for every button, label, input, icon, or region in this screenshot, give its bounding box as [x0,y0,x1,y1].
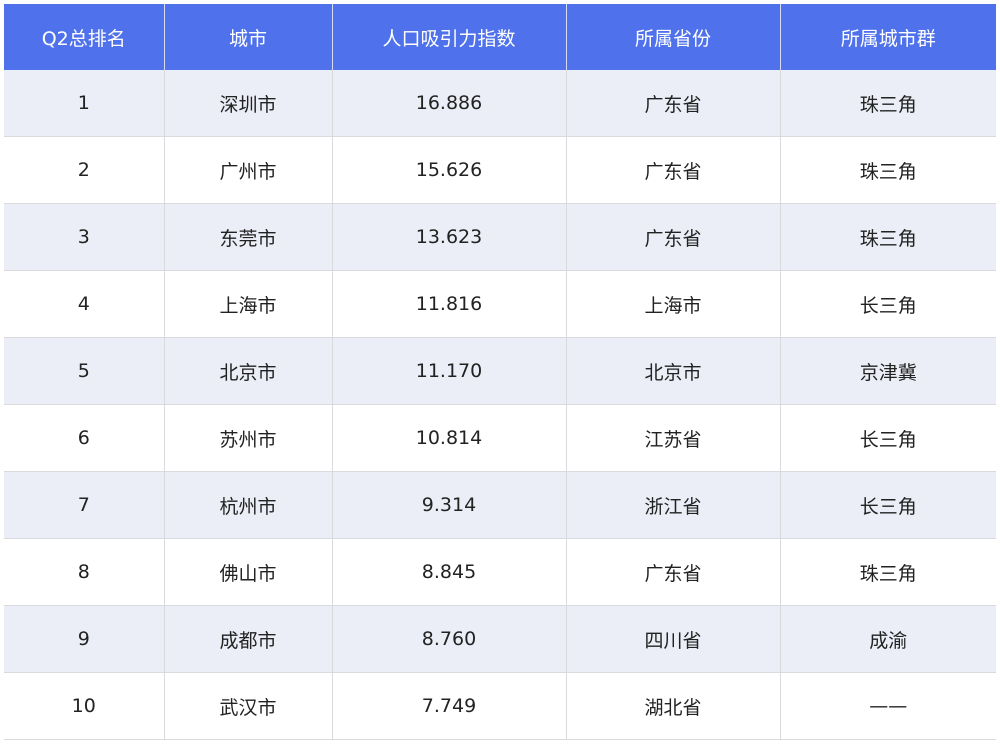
cell-rank: 10 [4,672,165,740]
cell-index: 11.816 [332,270,567,338]
ranking-table-container: Q2总排名 城市 人口吸引力指数 所属省份 所属城市群 1 深圳市 16.886… [4,4,996,740]
cell-rank: 1 [4,70,165,137]
cell-cluster: —— [780,672,996,740]
cell-cluster: 珠三角 [780,203,996,271]
cell-province: 浙江省 [566,471,781,539]
cell-province: 广东省 [566,136,781,204]
header-province: 所属省份 [566,4,781,70]
table-row: 5 北京市 11.170 北京市 京津冀 [4,337,996,405]
table-body: 1 深圳市 16.886 广东省 珠三角 2 广州市 15.626 广东省 珠三… [4,70,996,740]
cell-city: 东莞市 [164,203,333,271]
cell-city: 成都市 [164,605,333,673]
cell-city: 上海市 [164,270,333,338]
cell-city: 北京市 [164,337,333,405]
cell-index: 16.886 [332,70,567,137]
cell-cluster: 珠三角 [780,136,996,204]
table-row: 4 上海市 11.816 上海市 长三角 [4,270,996,338]
cell-index: 15.626 [332,136,567,204]
cell-rank: 2 [4,136,165,204]
cell-province: 四川省 [566,605,781,673]
header-city-cluster: 所属城市群 [780,4,996,70]
cell-index: 7.749 [332,672,567,740]
cell-province: 广东省 [566,70,781,137]
cell-city: 杭州市 [164,471,333,539]
table-row: 3 东莞市 13.623 广东省 珠三角 [4,203,996,271]
cell-cluster: 长三角 [780,471,996,539]
cell-rank: 8 [4,538,165,606]
header-attraction-index: 人口吸引力指数 [332,4,567,70]
cell-index: 8.760 [332,605,567,673]
cell-city: 广州市 [164,136,333,204]
cell-cluster: 长三角 [780,270,996,338]
cell-cluster: 长三角 [780,404,996,472]
table-row: 8 佛山市 8.845 广东省 珠三角 [4,538,996,606]
cell-city: 苏州市 [164,404,333,472]
cell-province: 江苏省 [566,404,781,472]
table-row: 7 杭州市 9.314 浙江省 长三角 [4,471,996,539]
table-row: 2 广州市 15.626 广东省 珠三角 [4,136,996,204]
cell-province: 北京市 [566,337,781,405]
ranking-table: Q2总排名 城市 人口吸引力指数 所属省份 所属城市群 1 深圳市 16.886… [4,4,996,740]
cell-rank: 5 [4,337,165,405]
table-row: 10 武汉市 7.749 湖北省 —— [4,672,996,740]
cell-province: 广东省 [566,203,781,271]
cell-cluster: 珠三角 [780,538,996,606]
cell-rank: 9 [4,605,165,673]
cell-index: 8.845 [332,538,567,606]
cell-city: 佛山市 [164,538,333,606]
cell-cluster: 京津冀 [780,337,996,405]
cell-province: 湖北省 [566,672,781,740]
cell-city: 武汉市 [164,672,333,740]
cell-province: 广东省 [566,538,781,606]
cell-city: 深圳市 [164,70,333,137]
table-row: 9 成都市 8.760 四川省 成渝 [4,605,996,673]
cell-cluster: 珠三角 [780,70,996,137]
cell-cluster: 成渝 [780,605,996,673]
cell-index: 10.814 [332,404,567,472]
cell-rank: 3 [4,203,165,271]
table-header: Q2总排名 城市 人口吸引力指数 所属省份 所属城市群 [4,4,996,70]
cell-rank: 6 [4,404,165,472]
cell-province: 上海市 [566,270,781,338]
cell-rank: 7 [4,471,165,539]
cell-index: 11.170 [332,337,567,405]
header-row: Q2总排名 城市 人口吸引力指数 所属省份 所属城市群 [4,4,996,70]
cell-rank: 4 [4,270,165,338]
table-row: 6 苏州市 10.814 江苏省 长三角 [4,404,996,472]
table-row: 1 深圳市 16.886 广东省 珠三角 [4,70,996,137]
header-rank: Q2总排名 [4,4,165,70]
header-city: 城市 [164,4,333,70]
cell-index: 13.623 [332,203,567,271]
cell-index: 9.314 [332,471,567,539]
